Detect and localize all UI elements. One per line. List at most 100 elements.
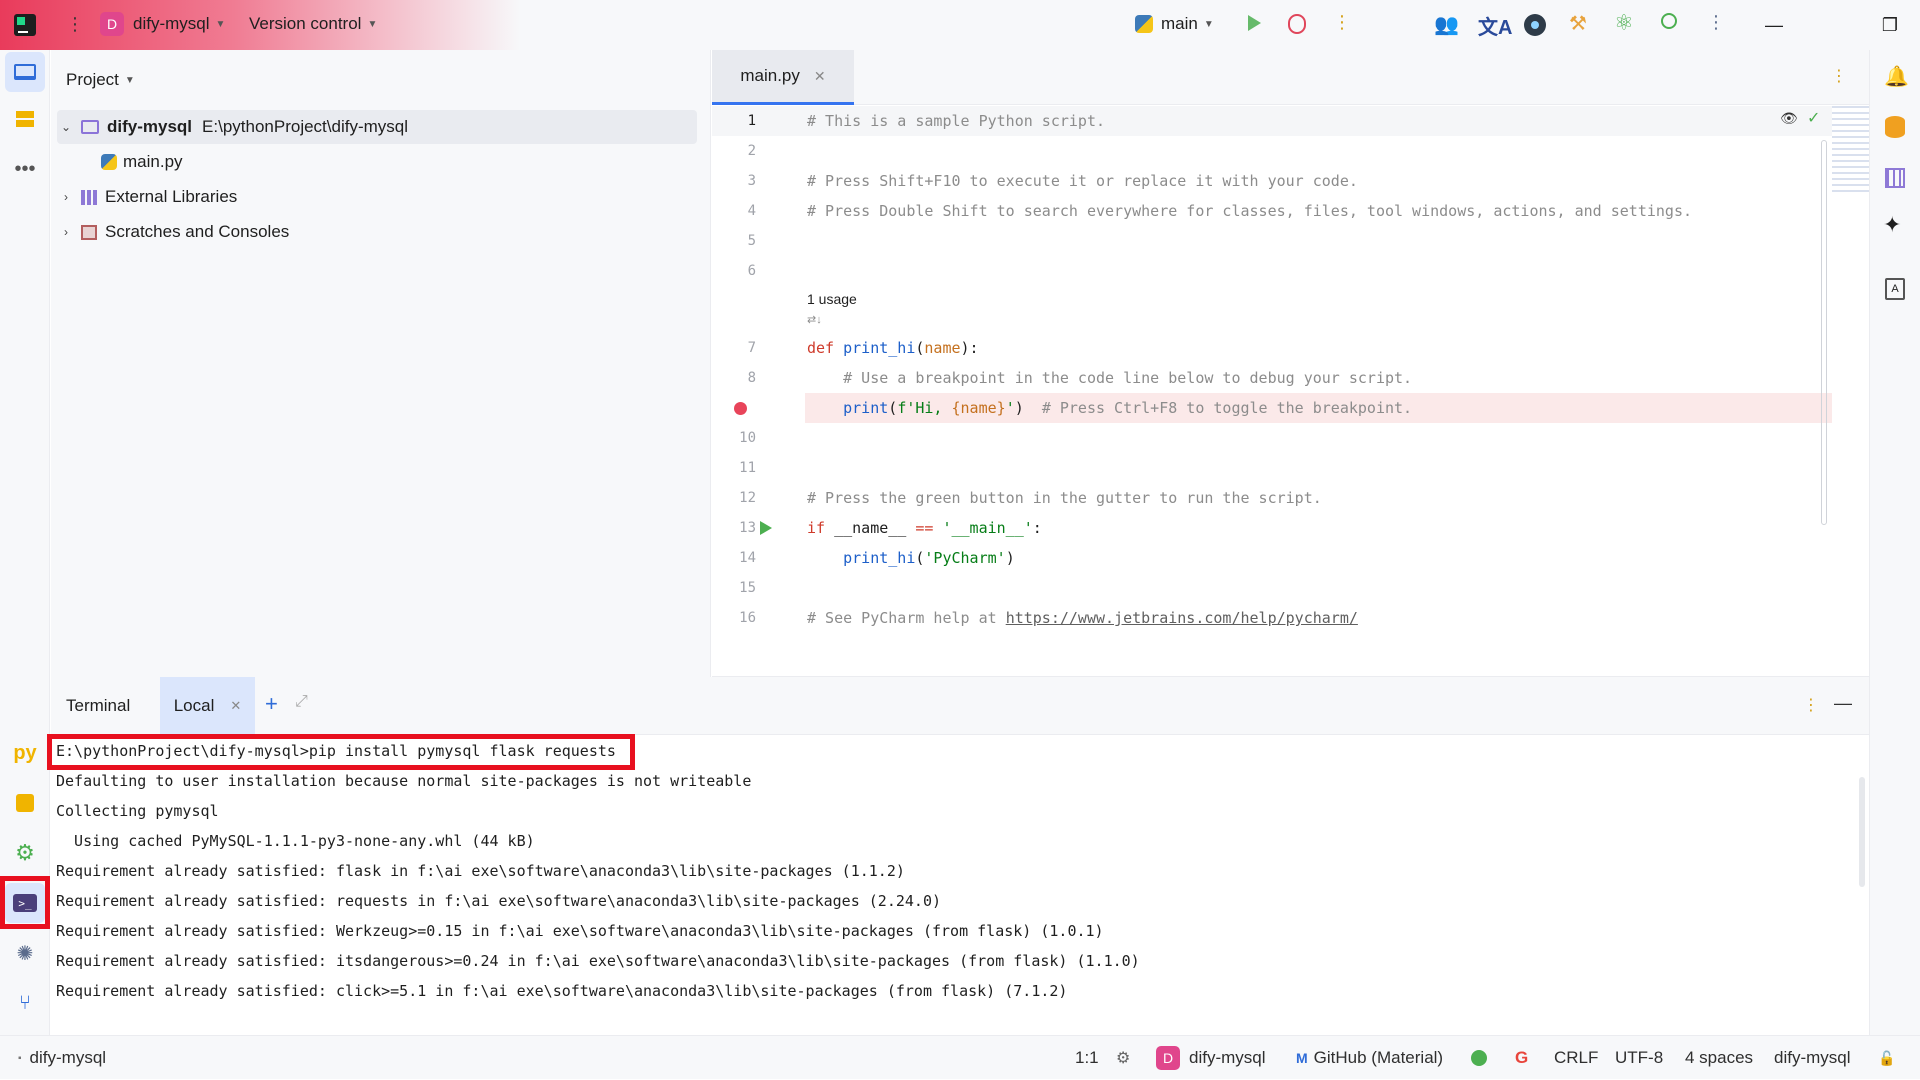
- caret-position[interactable]: 1:1: [1075, 1036, 1099, 1080]
- close-tab-icon[interactable]: ✕: [230, 698, 241, 714]
- database-icon[interactable]: [1885, 116, 1905, 138]
- minimize-button[interactable]: —: [1745, 0, 1803, 50]
- breadcrumb[interactable]: ▪ dify-mysql: [18, 1036, 106, 1080]
- services-icon[interactable]: ⚙: [5, 833, 45, 873]
- code-line: 2: [747, 143, 756, 159]
- lock-icon[interactable]: 🔓: [1878, 1036, 1895, 1080]
- terminal-line: Requirement already satisfied: click>=5.…: [56, 982, 1068, 1000]
- project-widget[interactable]: D dify-mysql ▼: [100, 12, 225, 36]
- tree-item-main-py[interactable]: main.py: [57, 145, 697, 179]
- tree-item-label: External Libraries: [105, 187, 238, 206]
- new-tab-icon[interactable]: +: [265, 691, 278, 717]
- help-link[interactable]: https://www.jetbrains.com/help/pycharm/: [1006, 609, 1358, 627]
- usage-hint[interactable]: 1 usage: [807, 291, 857, 307]
- project-panel-header[interactable]: Project ▼: [66, 70, 135, 90]
- collapsed-arrow-icon[interactable]: ›: [57, 190, 75, 204]
- terminal-scrollbar[interactable]: [1859, 777, 1865, 887]
- title-bar: ⋮ D dify-mysql ▼ Version control ▼ main …: [0, 0, 1920, 50]
- chevron-down-icon: ▼: [367, 18, 378, 30]
- text-tool-icon[interactable]: A: [1885, 278, 1905, 300]
- structure-tool-icon[interactable]: [5, 100, 45, 140]
- file-encoding[interactable]: UTF-8: [1615, 1036, 1663, 1080]
- collapsed-arrow-icon[interactable]: ›: [57, 225, 75, 239]
- code-editor[interactable]: main.py ✕ ⋮ 1 # This is a sample Python s…: [712, 50, 1869, 677]
- status-ok-icon[interactable]: [1471, 1036, 1487, 1080]
- vcs-widget[interactable]: Version control ▼: [249, 14, 377, 34]
- terminal-line: Requirement already satisfied: itsdanger…: [56, 952, 1140, 970]
- code-line-breakpoint: print(f'Hi, {name}') # Press Ctrl+F8 to …: [712, 393, 1832, 423]
- breakpoint-icon[interactable]: [734, 402, 747, 415]
- terminal-options-icon[interactable]: ⋮: [1803, 695, 1819, 715]
- search-icon[interactable]: [1661, 13, 1677, 29]
- tab-main-py[interactable]: main.py ✕: [712, 50, 854, 105]
- tree-item-project-root[interactable]: ⌄ dify-mysql E:\pythonProject\dify-mysql: [57, 110, 697, 144]
- editor-scrollbar[interactable]: [1821, 140, 1827, 525]
- tree-item-scratches[interactable]: › Scratches and Consoles: [57, 215, 697, 249]
- power-save-icon[interactable]: ⚙: [1116, 1036, 1130, 1080]
- code-line: 3 # Press Shift+F10 to execute it or repl…: [747, 172, 1358, 190]
- terminal-line: Using cached PyMySQL-1.1.1-py3-none-any.…: [56, 832, 535, 850]
- terminal-title: Terminal: [66, 696, 131, 715]
- close-tab-icon[interactable]: ✕: [814, 68, 826, 85]
- code-line: 14 print_hi('PyCharm'): [739, 549, 1015, 567]
- build-icon[interactable]: ⚒: [1569, 11, 1587, 36]
- scratches-icon: [81, 224, 97, 240]
- code-line: 6: [747, 263, 756, 279]
- settings-icon[interactable]: ⋮: [1707, 12, 1725, 33]
- code-line: 10: [739, 430, 756, 446]
- theme-widget[interactable]: M GitHub (Material): [1296, 1036, 1443, 1080]
- tree-item-label: Scratches and Consoles: [105, 222, 290, 241]
- run-config-label: main: [1161, 14, 1198, 33]
- line-separator[interactable]: CRLF: [1554, 1036, 1598, 1080]
- restore-button[interactable]: ❐: [1861, 0, 1919, 50]
- highlight-terminal-icon: [0, 876, 50, 929]
- expanded-arrow-icon[interactable]: ⌄: [57, 120, 75, 134]
- python-console-icon[interactable]: py: [5, 733, 45, 773]
- code-line: 1 # This is a sample Python script.: [712, 106, 1832, 136]
- tree-item-path: E:\pythonProject\dify-mysql: [202, 117, 408, 136]
- inspection-ok-icon[interactable]: ✓: [1807, 108, 1820, 128]
- reader-mode-icon[interactable]: 👁: [1780, 110, 1798, 127]
- terminal-line: Requirement already satisfied: Werkzeug>…: [56, 922, 1104, 940]
- project-badge: D: [1156, 1046, 1180, 1070]
- grid-tool-icon[interactable]: [1885, 168, 1905, 188]
- main-menu-icon[interactable]: ⋮: [66, 14, 84, 35]
- code-minimap[interactable]: [1832, 106, 1869, 196]
- problems-icon[interactable]: ✺: [5, 933, 45, 973]
- debug-icon[interactable]: [1288, 14, 1306, 34]
- run-gutter-icon[interactable]: [760, 521, 772, 535]
- more-actions-icon[interactable]: ⋮: [1333, 12, 1351, 33]
- project-tool-icon[interactable]: [5, 52, 45, 92]
- google-icon[interactable]: G: [1515, 1036, 1528, 1080]
- run-config-selector[interactable]: main ▼: [1135, 14, 1214, 34]
- project-status[interactable]: D dify-mysql: [1156, 1036, 1266, 1080]
- notifications-icon[interactable]: 🔔: [1884, 64, 1909, 89]
- interpreter-selector[interactable]: dify-mysql: [1774, 1036, 1851, 1080]
- project-label: dify-mysql: [1189, 1048, 1266, 1067]
- code-line: 8 # Use a breakpoint in the code line be…: [747, 369, 1413, 387]
- expand-icon[interactable]: ⤢: [295, 693, 308, 711]
- users-icon[interactable]: 👥: [1434, 12, 1459, 37]
- record-icon[interactable]: [1524, 14, 1546, 36]
- library-icon: [81, 189, 97, 205]
- ai-assistant-icon[interactable]: ⚛: [1614, 10, 1634, 36]
- inlay-hint-icon: ⇄↓: [807, 314, 822, 326]
- more-tools-icon[interactable]: •••: [5, 149, 45, 189]
- ai-tool-icon[interactable]: ✦: [1883, 212, 1901, 238]
- python-packages-icon[interactable]: [5, 783, 45, 823]
- tree-item-external-libraries[interactable]: › External Libraries: [57, 180, 697, 214]
- hide-panel-icon[interactable]: —: [1834, 693, 1852, 714]
- run-icon[interactable]: [1248, 15, 1261, 31]
- code-line: 12 # Press the green button in the gutter…: [739, 489, 1322, 507]
- pycharm-logo-icon[interactable]: [14, 14, 36, 36]
- terminal-panel[interactable]: Terminal Local ✕ + ⤢ ⋮ — E:\pythonProjec…: [47, 677, 1869, 1035]
- translate-icon[interactable]: 文A: [1478, 11, 1512, 40]
- tab-local[interactable]: Local ✕: [160, 677, 255, 735]
- editor-options-icon[interactable]: ⋮: [1831, 66, 1847, 86]
- terminal-header: Terminal Local ✕ + ⤢ ⋮ —: [51, 677, 1869, 735]
- chevron-down-icon: ▼: [1203, 18, 1214, 30]
- chevron-down-icon: ▼: [124, 74, 135, 86]
- indent-setting[interactable]: 4 spaces: [1685, 1036, 1753, 1080]
- git-branch-icon[interactable]: ⑂: [5, 983, 45, 1023]
- terminal-line: Requirement already satisfied: requests …: [56, 892, 942, 910]
